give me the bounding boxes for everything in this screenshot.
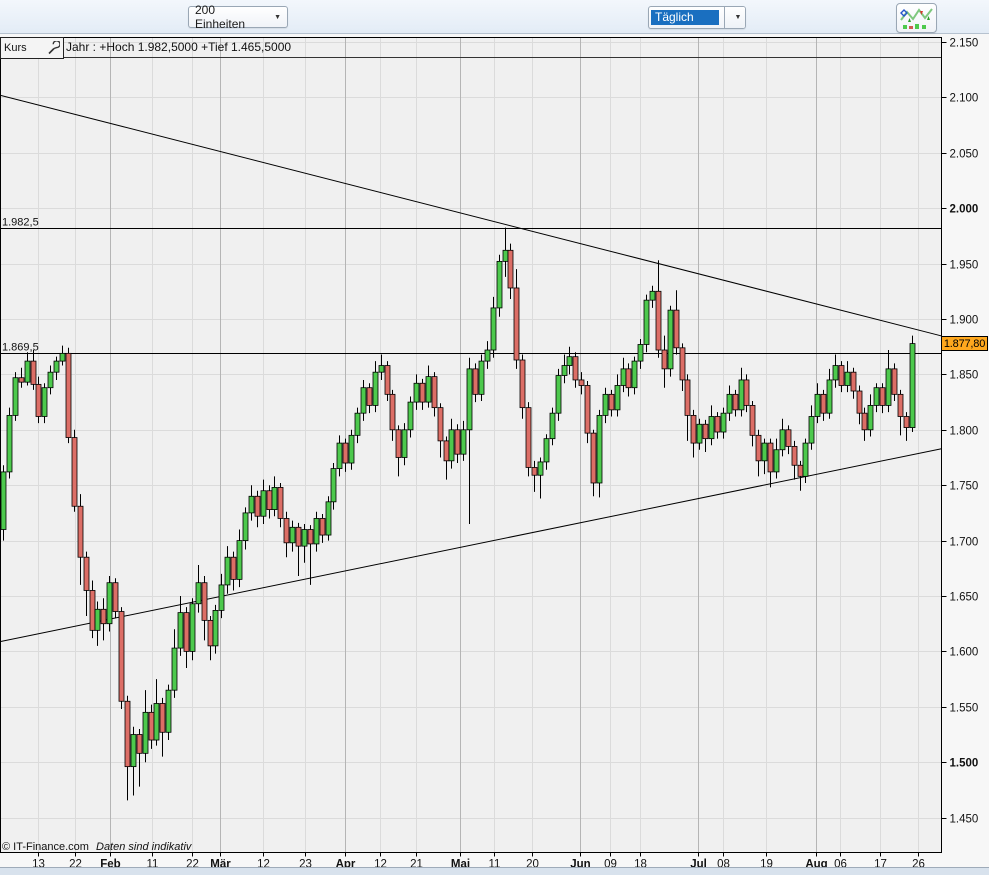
- chevron-down-icon: ▼: [274, 13, 281, 21]
- svg-text:1.700: 1.700: [950, 537, 979, 549]
- chevron-down-icon: ▼: [734, 14, 742, 21]
- bottom-panel-strip: [0, 867, 989, 875]
- svg-text:1.900: 1.900: [950, 315, 979, 327]
- units-dropdown-label: 200 Einheiten: [195, 3, 246, 31]
- svg-text:1.982,5: 1.982,5: [2, 217, 39, 229]
- price-chart-canvas[interactable]: 1.982,51.869,52.1502.1002.0502.0001.9501…: [0, 34, 989, 875]
- svg-text:1.450: 1.450: [950, 814, 979, 826]
- toolbar: 200 Einheiten ▼ Täglich ▼: [0, 0, 989, 34]
- svg-text:1.950: 1.950: [950, 260, 979, 272]
- svg-text:1.850: 1.850: [950, 370, 979, 382]
- candlestick-chart-icon: [900, 8, 933, 29]
- year-high-low-info: Jahr : +Hoch 1.982,5000 +Tief 1.465,5000: [66, 40, 292, 54]
- copyright-label: © IT-Finance.com: [2, 841, 89, 853]
- last-price-badge: 1.877,80: [941, 336, 988, 351]
- svg-text:1.800: 1.800: [950, 426, 979, 438]
- svg-text:2.050: 2.050: [950, 149, 979, 161]
- svg-text:1.600: 1.600: [950, 647, 979, 659]
- kurs-indicator-box[interactable]: Kurs: [0, 37, 64, 59]
- svg-text:1.500: 1.500: [950, 758, 979, 770]
- trading-app-window: 200 Einheiten ▼ Täglich ▼ 1.982,5 1.869,…: [0, 0, 989, 875]
- svg-text:2.000: 2.000: [950, 204, 979, 216]
- kurs-label: Kurs: [4, 42, 27, 54]
- svg-text:1.650: 1.650: [950, 592, 979, 604]
- units-dropdown[interactable]: 200 Einheiten ▼: [188, 3, 288, 31]
- wrench-icon[interactable]: [47, 41, 60, 55]
- svg-text:2.150: 2.150: [950, 38, 979, 50]
- svg-text:1.750: 1.750: [950, 481, 979, 493]
- period-dropdown-arrow-button[interactable]: ▼: [724, 7, 745, 28]
- svg-text:1.550: 1.550: [950, 703, 979, 715]
- svg-text:2.100: 2.100: [950, 93, 979, 105]
- chart-type-button[interactable]: [896, 3, 937, 33]
- period-dropdown-value: Täglich: [651, 10, 719, 25]
- period-dropdown[interactable]: Täglich ▼: [648, 6, 746, 29]
- disclaimer-label: Daten sind indikativ: [96, 841, 192, 853]
